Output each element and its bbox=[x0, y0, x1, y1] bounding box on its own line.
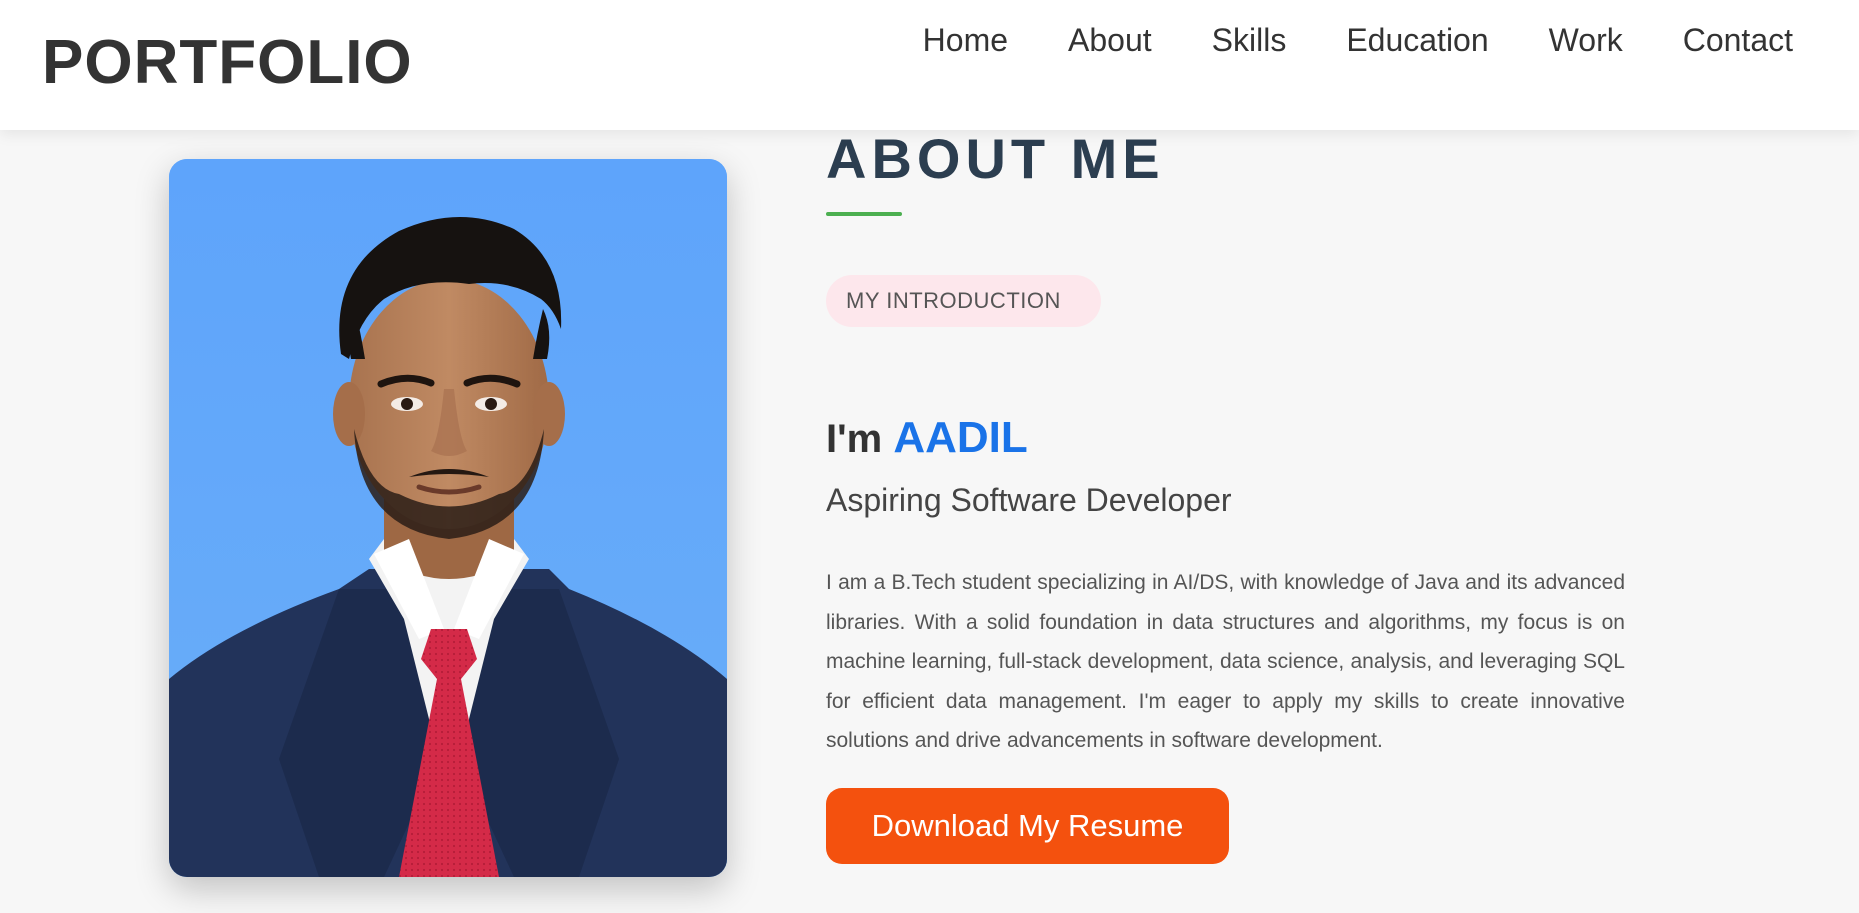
main-nav: Home About Skills Education Work Contact bbox=[863, 18, 1793, 62]
site-header: PORTFOLIO Home About Skills Education Wo… bbox=[0, 0, 1859, 130]
intro-badge: MY INTRODUCTION bbox=[826, 275, 1101, 327]
site-logo[interactable]: PORTFOLIO bbox=[42, 28, 413, 98]
profile-photo-illustration bbox=[169, 159, 727, 877]
role-title: Aspiring Software Developer bbox=[826, 482, 1232, 518]
greeting-prefix: I'm bbox=[826, 417, 894, 461]
nav-contact[interactable]: Contact bbox=[1683, 18, 1793, 62]
nav-skills[interactable]: Skills bbox=[1212, 18, 1287, 62]
download-resume-button[interactable]: Download My Resume bbox=[826, 788, 1229, 864]
about-title: ABOUT ME bbox=[826, 127, 1165, 190]
nav-work[interactable]: Work bbox=[1549, 18, 1623, 62]
title-underline bbox=[826, 212, 902, 216]
greeting: I'm AADIL bbox=[826, 412, 1028, 465]
bio-paragraph: I am a B.Tech student specializing in AI… bbox=[826, 571, 1625, 752]
nav-education[interactable]: Education bbox=[1346, 18, 1488, 62]
nav-about[interactable]: About bbox=[1068, 18, 1152, 62]
profile-photo bbox=[169, 159, 727, 877]
person-name: AADIL bbox=[893, 413, 1028, 462]
nav-home[interactable]: Home bbox=[923, 18, 1008, 62]
